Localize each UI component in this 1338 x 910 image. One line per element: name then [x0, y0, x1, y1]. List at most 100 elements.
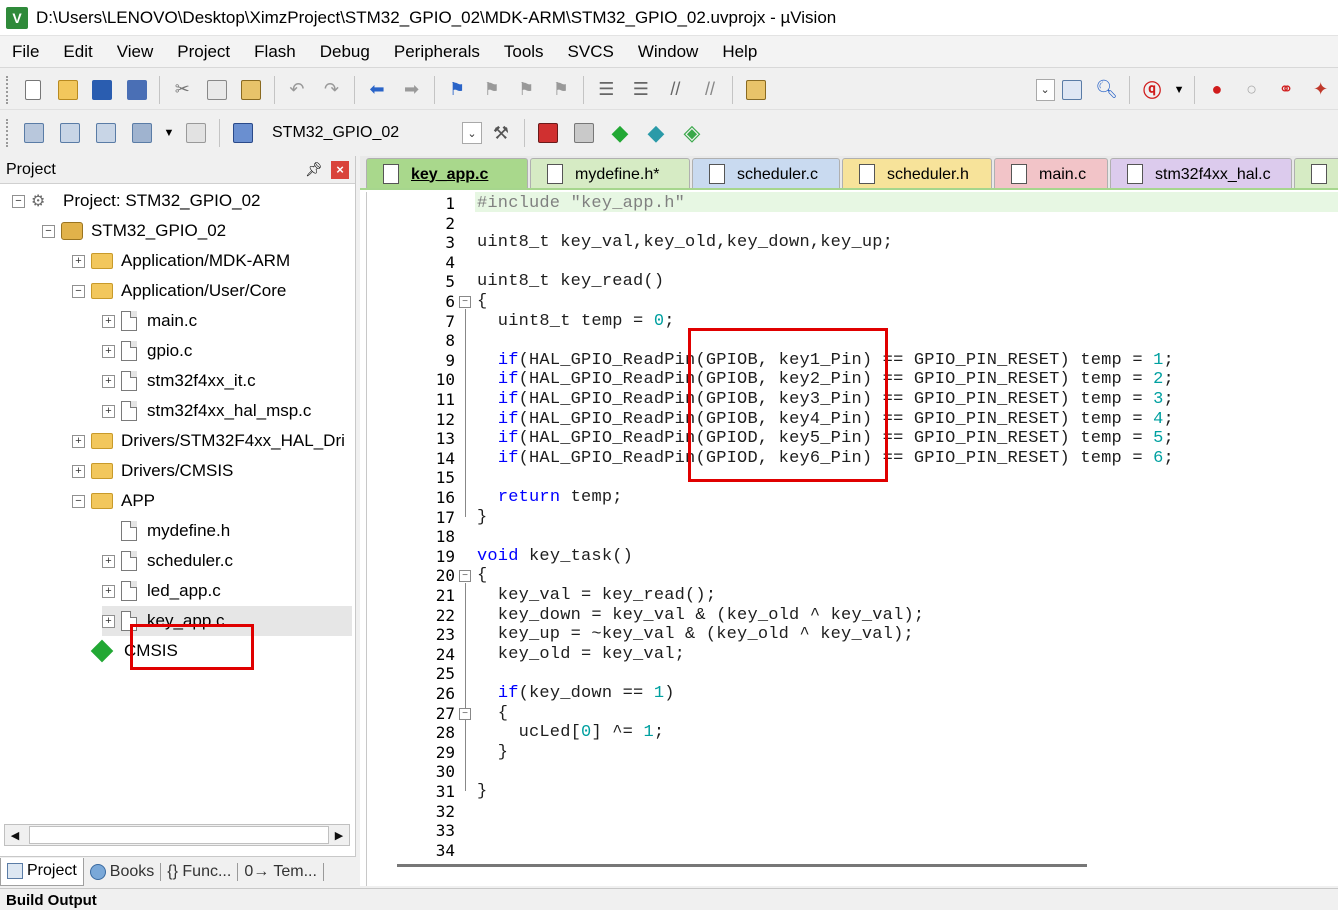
find-icon[interactable]: 🔍︎ [1092, 75, 1121, 105]
tab-overflow[interactable] [1294, 158, 1338, 188]
expand-icon[interactable]: + [72, 254, 85, 268]
expand-icon[interactable]: + [102, 584, 115, 598]
translate-icon[interactable] [19, 118, 49, 148]
expand-icon[interactable]: + [72, 434, 85, 448]
scroll-right-icon[interactable]: ▶ [329, 825, 349, 845]
toolbar-grip[interactable] [6, 119, 12, 147]
code-line[interactable]: { [477, 566, 487, 585]
tree-item-file[interactable]: + led_app.c [102, 576, 221, 606]
code-line[interactable]: uint8_t temp = 0; [477, 312, 675, 331]
code-line[interactable]: uint8_t key_val,key_old,key_down,key_up; [477, 233, 893, 252]
tree-item-folder[interactable]: + Drivers/CMSIS [72, 456, 233, 486]
code-line[interactable]: key_old = key_val; [477, 645, 685, 664]
search-combo-dropdown[interactable]: ⌄ [1035, 78, 1055, 101]
manage-rte-icon[interactable]: ◆ [605, 118, 635, 148]
navigate-back-icon[interactable]: ⬅ [363, 75, 392, 105]
fold-toggle-icon[interactable]: − [459, 570, 471, 582]
code-line[interactable]: uint8_t key_read() [477, 272, 664, 291]
menu-file[interactable]: File [0, 42, 51, 62]
batch-build-icon[interactable] [127, 118, 157, 148]
tab-scheduler-c[interactable]: scheduler.c [692, 158, 840, 188]
clear-bookmarks-icon[interactable]: ⚑ [547, 75, 576, 105]
tab-functions[interactable]: {} Func... [161, 858, 237, 886]
tree-item-project[interactable]: − ⚙ Project: STM32_GPIO_02 [12, 186, 260, 216]
target-select[interactable]: STM32_GPIO_02 ⌄ [267, 119, 483, 147]
cut-icon[interactable]: ✂ [168, 75, 197, 105]
expand-icon[interactable]: + [102, 344, 115, 358]
prev-bookmark-icon[interactable]: ⚑ [477, 75, 506, 105]
tab-key-app-c[interactable]: key_app.c [366, 158, 528, 188]
tree-item-file[interactable]: + stm32f4xx_hal_msp.c [102, 396, 311, 426]
code-line[interactable]: ucLed[0] ^= 1; [477, 723, 664, 742]
collapse-icon[interactable]: − [42, 224, 55, 238]
breakpoint-options-icon[interactable]: ✦ [1306, 75, 1335, 105]
menu-help[interactable]: Help [710, 42, 769, 62]
menu-edit[interactable]: Edit [51, 42, 104, 62]
toolbar-grip[interactable] [6, 75, 12, 104]
tab-project[interactable]: Project [0, 857, 84, 886]
tab-main-c[interactable]: main.c [994, 158, 1108, 188]
save-icon[interactable] [88, 75, 117, 105]
pack-installer-icon[interactable]: ◈ [677, 118, 707, 148]
tab-templates[interactable]: 0→ Tem... [238, 858, 323, 886]
target-select-dropdown[interactable]: ⌄ [462, 122, 482, 144]
rebuild-icon[interactable] [91, 118, 121, 148]
code-line[interactable]: key_down = key_val & (key_old ^ key_val)… [477, 606, 924, 625]
menu-flash[interactable]: Flash [242, 42, 308, 62]
fold-toggle-icon[interactable]: − [459, 296, 471, 308]
indent-icon[interactable]: ☰ [592, 75, 621, 105]
find-in-files-icon[interactable] [741, 75, 770, 105]
tree-item-file[interactable]: mydefine.h [121, 516, 230, 546]
uncomment-icon[interactable]: // [696, 75, 725, 105]
breakpoint-icon[interactable]: ● [1203, 75, 1232, 105]
code-line[interactable]: } [477, 508, 487, 527]
next-bookmark-icon[interactable]: ⚑ [512, 75, 541, 105]
tree-item-folder[interactable]: + Drivers/STM32F4xx_HAL_Dri [72, 426, 345, 456]
tab-stm32f4xx-hal-c[interactable]: stm32f4xx_hal.c [1110, 158, 1292, 188]
unindent-icon[interactable]: ☰ [627, 75, 656, 105]
editor-scrollbar[interactable] [397, 864, 1087, 867]
code-line[interactable]: #include "key_app.h" [477, 194, 685, 213]
stop-build-icon[interactable] [181, 118, 211, 148]
build-icon[interactable] [55, 118, 85, 148]
tree-item-target[interactable]: − STM32_GPIO_02 [42, 216, 226, 246]
tab-scheduler-h[interactable]: scheduler.h [842, 158, 992, 188]
collapse-icon[interactable]: − [12, 194, 25, 208]
code-line[interactable]: } [477, 782, 487, 801]
target-options-icon[interactable]: ⚒ [486, 118, 516, 148]
menu-svcs[interactable]: SVCS [556, 42, 626, 62]
kill-breakpoints-icon[interactable]: ⚭ [1272, 75, 1301, 105]
code-line[interactable]: { [477, 292, 487, 311]
menu-project[interactable]: Project [165, 42, 242, 62]
bookmark-icon[interactable]: ⚑ [443, 75, 472, 105]
menu-debug[interactable]: Debug [308, 42, 382, 62]
code-line[interactable]: } [477, 743, 508, 762]
incremental-find-icon[interactable] [1058, 75, 1087, 105]
debug-dropdown-icon[interactable]: ▼ [1172, 75, 1185, 105]
redo-icon[interactable]: ↷ [317, 75, 346, 105]
copy-icon[interactable] [203, 75, 232, 105]
menu-peripherals[interactable]: Peripherals [382, 42, 492, 62]
menu-tools[interactable]: Tools [492, 42, 556, 62]
project-tree-scrollbar[interactable]: ◀ ▶ [4, 824, 350, 846]
save-all-icon[interactable] [123, 75, 152, 105]
paste-icon[interactable] [237, 75, 266, 105]
navigate-forward-icon[interactable]: ➡ [397, 75, 426, 105]
expand-icon[interactable]: + [102, 314, 115, 328]
tab-mydefine-h[interactable]: mydefine.h* [530, 158, 690, 188]
menu-view[interactable]: View [105, 42, 166, 62]
open-file-icon[interactable] [53, 75, 82, 105]
close-icon[interactable]: × [331, 160, 349, 179]
scroll-left-icon[interactable]: ◀ [5, 825, 25, 845]
tree-item-file[interactable]: + main.c [102, 306, 197, 336]
code-editor[interactable]: 1 #include "key_app.h" 2 3 uint8_t key_val,k… [366, 192, 1338, 886]
tree-item-folder[interactable]: + Application/MDK-ARM [72, 246, 290, 276]
tree-item-file[interactable]: + scheduler.c [102, 546, 233, 576]
tree-item-folder[interactable]: − APP [72, 486, 155, 516]
batch-dropdown-icon[interactable]: ▼ [163, 118, 175, 148]
collapse-icon[interactable]: − [72, 284, 85, 298]
code-line[interactable]: key_val = key_read(); [477, 586, 716, 605]
expand-icon[interactable]: + [102, 554, 115, 568]
debug-session-icon[interactable]: ⓠ [1138, 75, 1167, 105]
tree-item-file[interactable]: + gpio.c [102, 336, 192, 366]
